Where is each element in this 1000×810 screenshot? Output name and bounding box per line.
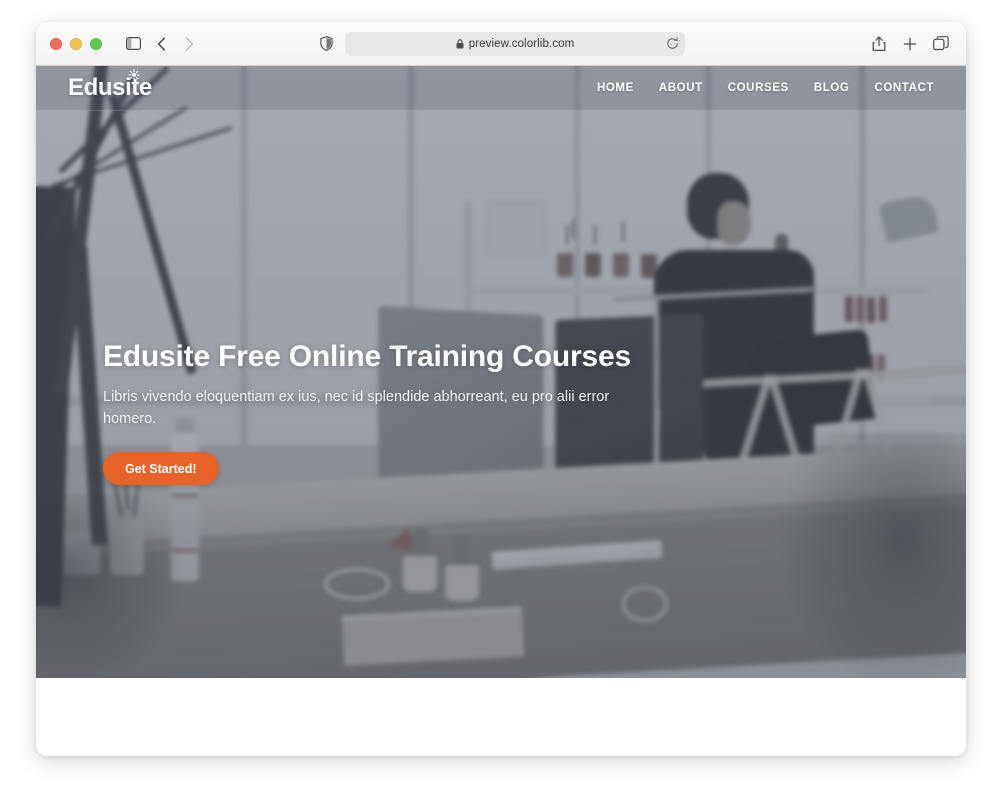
nav-item-home[interactable]: HOME [597, 82, 634, 94]
address-bar[interactable]: preview.colorlib.com [345, 32, 685, 56]
tabs-icon [933, 36, 949, 51]
url-display: preview.colorlib.com [456, 38, 575, 50]
sunburst-icon [128, 69, 140, 81]
page-content-below-hero [36, 678, 966, 756]
address-bar-area: preview.colorlib.com [317, 32, 685, 56]
minimize-window-button[interactable] [70, 38, 82, 50]
browser-toolbar: preview.colorlib.com [36, 22, 966, 66]
reload-icon [666, 37, 679, 50]
chevron-left-icon [157, 37, 166, 51]
privacy-report-button[interactable] [317, 35, 335, 53]
sidebar-icon [126, 37, 141, 50]
lock-icon [456, 39, 464, 49]
site-navbar: Edusite HOME ABOUT COURSES BLOG CONTACT [36, 66, 966, 111]
hero-content: Edusite Free Online Training Courses Lib… [103, 338, 663, 485]
nav-item-contact[interactable]: CONTACT [874, 82, 934, 94]
close-window-button[interactable] [50, 38, 62, 50]
get-started-button[interactable]: Get Started! [103, 452, 219, 485]
new-tab-button[interactable] [899, 32, 921, 56]
nav-item-blog[interactable]: BLOG [814, 82, 850, 94]
share-button[interactable] [868, 32, 890, 56]
back-button[interactable] [148, 32, 174, 56]
hero-subtitle: Libris vivendo eloquentiam ex ius, nec i… [103, 386, 628, 431]
forward-button[interactable] [176, 32, 202, 56]
nav-item-about[interactable]: ABOUT [659, 82, 703, 94]
window-controls [50, 38, 102, 50]
url-text: preview.colorlib.com [469, 38, 575, 50]
navigation-controls [120, 32, 202, 56]
chevron-right-icon [185, 37, 194, 51]
page-viewport: Edusite HOME ABOUT COURSES BLOG CONTACT … [36, 66, 966, 756]
nav-item-courses[interactable]: COURSES [728, 82, 789, 94]
hero-section: Edusite HOME ABOUT COURSES BLOG CONTACT … [36, 66, 966, 678]
shield-icon [320, 36, 333, 51]
plus-icon [903, 37, 917, 51]
hero-title: Edusite Free Online Training Courses [103, 338, 663, 376]
maximize-window-button[interactable] [90, 38, 102, 50]
site-nav-menu: HOME ABOUT COURSES BLOG CONTACT [597, 82, 934, 94]
tab-overview-button[interactable] [930, 32, 952, 56]
toolbar-actions [868, 32, 952, 56]
reload-button[interactable] [665, 37, 679, 51]
browser-window: preview.colorlib.com Edusite HOME ABOUT … [36, 22, 966, 756]
site-logo[interactable]: Edusite [68, 76, 152, 100]
sidebar-toggle-button[interactable] [120, 32, 146, 56]
share-icon [872, 35, 886, 52]
